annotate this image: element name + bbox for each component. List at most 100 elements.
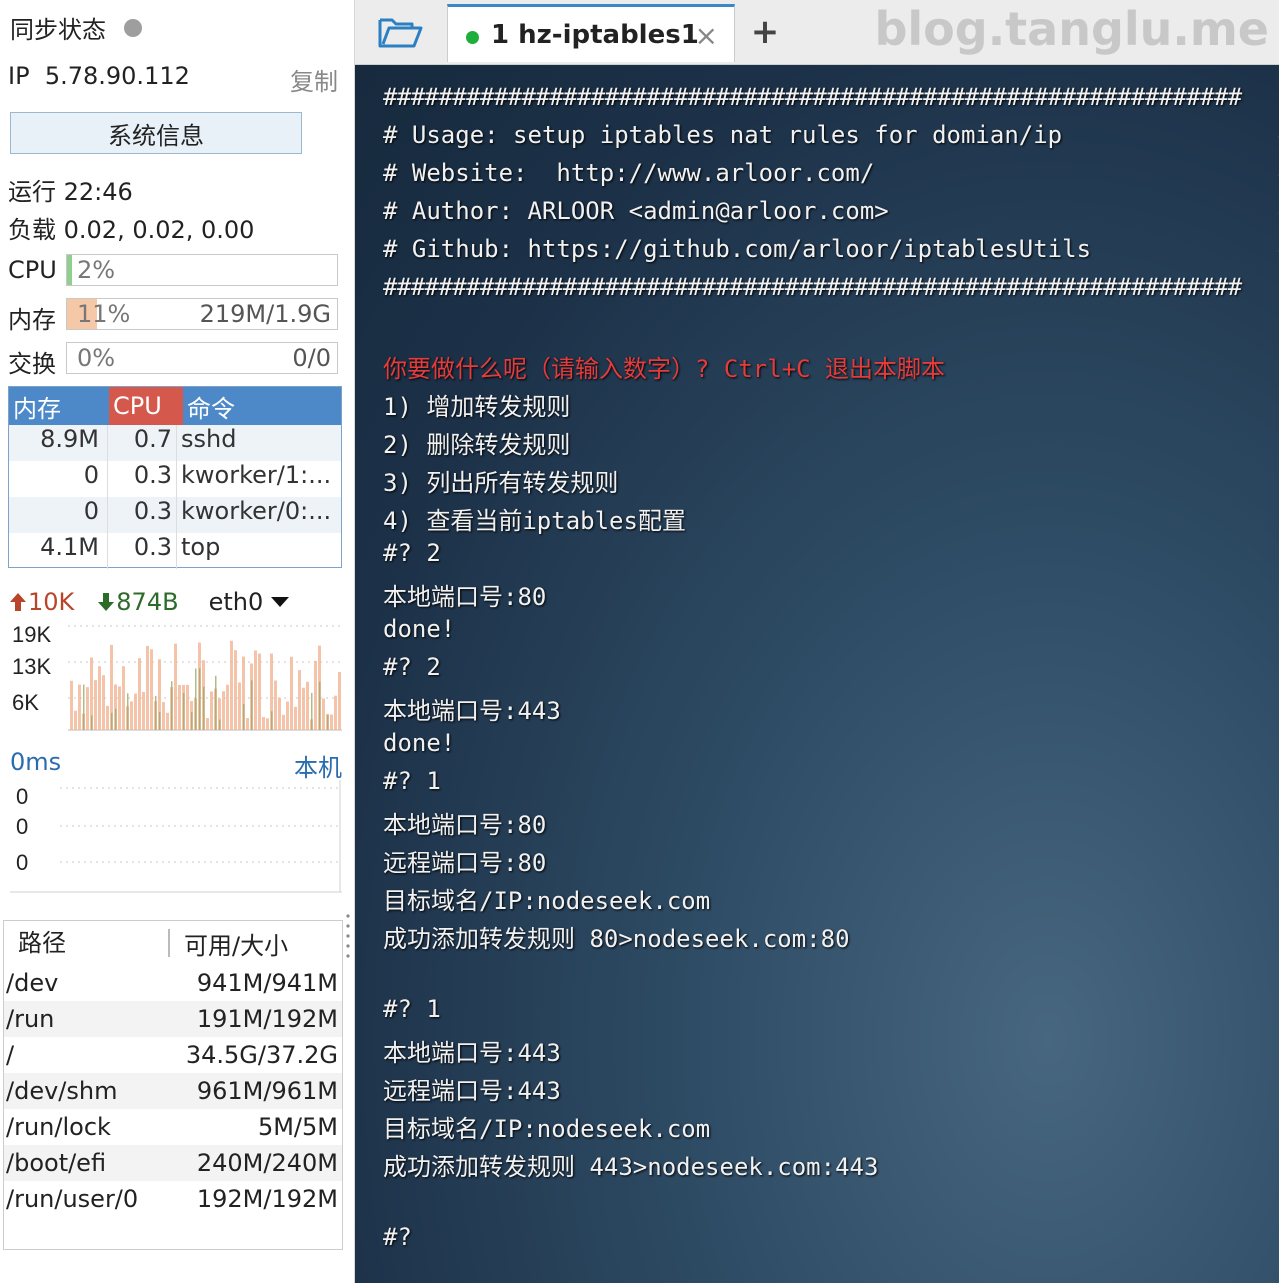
- sort-by-memory-header[interactable]: 内存: [9, 387, 109, 425]
- process-table-header: 内存 CPU 命令: [9, 387, 341, 425]
- terminal-line: 远程端口号:80: [383, 849, 547, 877]
- traffic-bar: [142, 691, 145, 730]
- traffic-bar: [183, 692, 185, 730]
- traffic-bar: [191, 712, 193, 730]
- traffic-bar: [159, 711, 161, 730]
- download-rate: 874B: [96, 588, 179, 616]
- sort-by-cpu-header[interactable]: CPU: [109, 387, 183, 425]
- disk-table: 路径 可用/大小 /dev 941M/941M /run 191M/192M / 34…: [3, 920, 343, 1250]
- grip-dots-icon: [346, 914, 350, 958]
- close-icon[interactable]: ×: [695, 19, 718, 52]
- traffic-bar: [322, 698, 325, 730]
- table-row[interactable]: /boot/efi 240M/240M: [4, 1145, 342, 1181]
- terminal-line: 4) 查看当前iptables配置: [383, 507, 686, 535]
- terminal-line: 1) 增加转发规则: [383, 393, 571, 421]
- traffic-bar: [219, 719, 221, 730]
- table-row[interactable]: /dev/shm 961M/961M: [4, 1073, 342, 1109]
- terminal-line: 目标域名/IP:nodeseek.com: [383, 887, 711, 915]
- table-row[interactable]: / 34.5G/37.2G: [4, 1037, 342, 1073]
- terminal-line: done!: [383, 729, 456, 757]
- table-row[interactable]: 8.9M 0.7 sshd: [9, 425, 341, 461]
- ping-chart: 0 0 0: [10, 780, 342, 894]
- disk-size: 240M/240M: [196, 1149, 338, 1177]
- table-row[interactable]: /run/lock 5M/5M: [4, 1109, 342, 1145]
- traffic-bar: [258, 653, 261, 730]
- interface-selector[interactable]: eth0: [209, 588, 292, 616]
- traffic-bar: [162, 702, 165, 730]
- traffic-bar: [146, 645, 149, 730]
- sync-status-label: 同步状态: [10, 16, 106, 44]
- disk-path: /run: [6, 1005, 55, 1033]
- swap-meter-amount: 0/0: [292, 344, 331, 372]
- new-tab-button[interactable]: +: [745, 10, 785, 54]
- cpu-meter: CPU 2%: [8, 254, 340, 288]
- panel-resize-handle[interactable]: [345, 910, 351, 970]
- traffic-bar: [286, 701, 289, 730]
- terminal-line: 本地端口号:80: [383, 811, 547, 839]
- table-row[interactable]: 4.1M 0.3 top: [9, 533, 341, 569]
- process-cpu: 0.7: [108, 425, 177, 461]
- traffic-bar: [334, 695, 337, 730]
- download-rate-value: 874B: [116, 588, 179, 616]
- traffic-bar: [330, 714, 333, 730]
- disk-path: /run/lock: [6, 1113, 111, 1141]
- tab-title: 1 hz-iptables1: [491, 19, 699, 50]
- terminal-line: #? 1: [383, 995, 441, 1023]
- traffic-bars: [70, 640, 341, 730]
- terminal-line: 本地端口号:443: [383, 1039, 561, 1067]
- terminal-line: # Usage: setup iptables nat rules for do…: [383, 121, 1279, 149]
- memory-meter-amount: 219M/1.9G: [199, 300, 331, 328]
- traffic-bar: [118, 686, 121, 730]
- terminal-line: 3) 列出所有转发规则: [383, 469, 619, 497]
- command-header[interactable]: 命令: [183, 387, 341, 425]
- traffic-bar: [282, 714, 285, 730]
- traffic-bar: [278, 697, 281, 730]
- table-row[interactable]: /run 191M/192M: [4, 1001, 342, 1037]
- traffic-bar: [210, 691, 213, 730]
- open-folder-button[interactable]: [355, 4, 445, 60]
- ping-header: 0ms 本机: [10, 748, 342, 782]
- cpu-meter-bar: 2%: [66, 254, 338, 286]
- caret-down-icon: [271, 597, 290, 607]
- uptime: 运行 22:46: [8, 178, 133, 206]
- available-size-header[interactable]: 可用/大小: [170, 926, 288, 961]
- copy-ip-button[interactable]: 复制: [290, 62, 338, 97]
- table-row[interactable]: /dev 941M/941M: [4, 965, 342, 1001]
- tab-hz-iptables1[interactable]: 1 hz-iptables1 ×: [447, 4, 735, 62]
- cpu-meter-percent: 2%: [77, 256, 116, 284]
- disk-table-header: 路径 可用/大小: [4, 921, 342, 965]
- traffic-bar: [254, 650, 257, 730]
- disk-size: 5M/5M: [257, 1113, 338, 1141]
- ip-row: IP 5.78.90.112 复制: [8, 62, 338, 96]
- traffic-bar: [98, 666, 101, 730]
- traffic-bar: [243, 704, 245, 730]
- terminal-line: 远程端口号:443: [383, 1077, 561, 1105]
- traffic-bar: [338, 671, 341, 730]
- traffic-bar: [327, 715, 329, 730]
- terminal-line: 2) 删除转发规则: [383, 431, 571, 459]
- traffic-bar: [166, 712, 169, 730]
- process-command: top: [181, 533, 221, 561]
- table-row[interactable]: 0 0.3 kworker/0:...: [9, 497, 341, 533]
- traffic-bar: [298, 670, 301, 730]
- traffic-bar: [319, 681, 321, 730]
- terminal-output[interactable]: ########################################…: [355, 65, 1279, 1283]
- traffic-bar: [150, 649, 153, 730]
- path-header[interactable]: 路径: [4, 929, 170, 957]
- traffic-bar: [83, 684, 85, 730]
- traffic-bar: [266, 718, 269, 730]
- system-info-button[interactable]: 系统信息: [10, 112, 302, 154]
- traffic-bar: [311, 692, 313, 730]
- swap-meter: 交换 0% 0/0: [8, 342, 340, 378]
- traffic-bar: [86, 687, 89, 730]
- traffic-bar: [78, 684, 81, 730]
- table-row[interactable]: /run/user/0 192M/192M: [4, 1181, 342, 1217]
- terminal-line: 成功添加转发规则 443>nodeseek.com:443: [383, 1153, 879, 1181]
- memory-meter-bar: 11% 219M/1.9G: [66, 298, 338, 330]
- table-row[interactable]: 0 0.3 kworker/1:...: [9, 461, 341, 497]
- ping-target-selector[interactable]: 本机: [294, 748, 342, 783]
- process-table-body: 8.9M 0.7 sshd 0 0.3 kworker/1:... 0 0.3 …: [9, 425, 341, 569]
- process-cpu: 0.3: [108, 497, 177, 533]
- process-cpu: 0.3: [108, 533, 177, 569]
- terminal-line: ########################################…: [383, 83, 1242, 111]
